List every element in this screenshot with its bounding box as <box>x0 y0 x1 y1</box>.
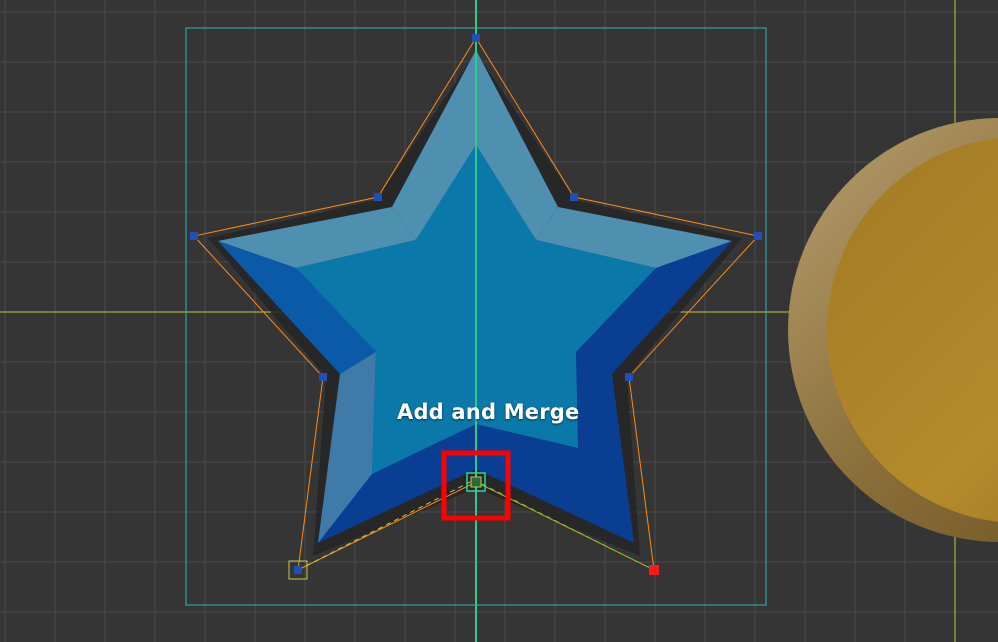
anchor-point[interactable] <box>625 373 633 381</box>
anchor-point[interactable] <box>294 566 302 574</box>
anchor-point[interactable] <box>472 34 480 42</box>
scene-canvas[interactable] <box>0 0 998 642</box>
coin-object[interactable] <box>788 118 998 542</box>
anchor-point[interactable] <box>374 193 382 201</box>
anchor-point[interactable] <box>570 193 578 201</box>
selected-handle[interactable] <box>649 565 659 575</box>
anchor-point[interactable] <box>190 232 198 240</box>
anchor-point[interactable] <box>754 232 762 240</box>
anchor-point[interactable] <box>319 373 327 381</box>
editor-viewport[interactable]: Add and Merge <box>0 0 998 642</box>
